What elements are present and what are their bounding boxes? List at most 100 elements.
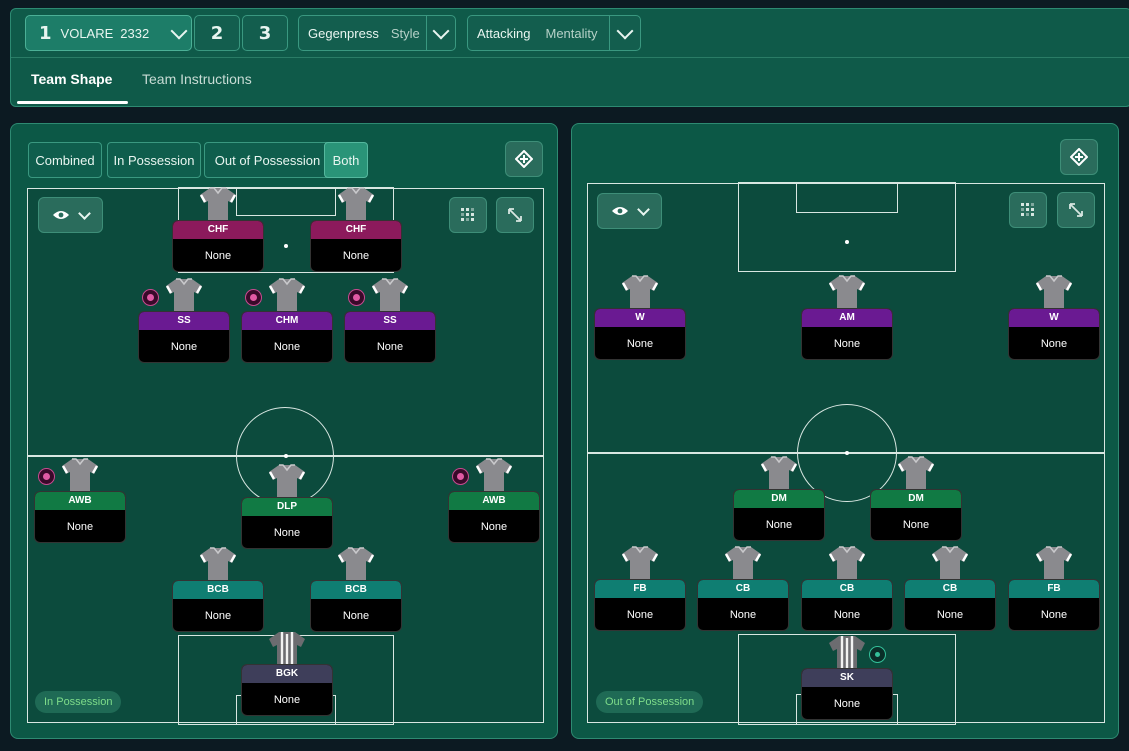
player-slot[interactable]: AWB None: [34, 457, 126, 543]
player-slot[interactable]: BCB None: [310, 546, 402, 632]
in-possession-panel: Combined In Possession Out of Possession…: [10, 123, 558, 739]
player-role: CHM: [242, 312, 332, 330]
player-role: AM: [802, 309, 892, 327]
player-shirt-icon: [621, 546, 659, 581]
player-role-card: CHF None: [172, 220, 264, 272]
mentality-dropdown[interactable]: Attacking Mentality: [467, 15, 641, 51]
segment-combined[interactable]: Combined: [28, 142, 102, 178]
player-slot[interactable]: DM None: [733, 455, 825, 541]
player-slot[interactable]: SS None: [138, 277, 230, 363]
tactic-selector-dropdown[interactable]: 1 VOLARE 2332: [25, 15, 192, 51]
player-slot[interactable]: CB None: [697, 545, 789, 631]
mentality-dropdown-toggle[interactable]: [609, 16, 640, 50]
pitch-view-icon: [515, 150, 533, 168]
eye-icon: [53, 211, 69, 219]
tactic-slot-3-button[interactable]: 3: [242, 15, 288, 51]
expand-button[interactable]: [1057, 192, 1095, 228]
player-role: DM: [871, 490, 961, 508]
tactic-slot-2-label: 2: [210, 22, 224, 44]
player-role-card: W None: [594, 308, 686, 360]
tactics-top-bar: 1 VOLARE 2332 2 3 Gegenpress Style Attac…: [10, 8, 1129, 107]
player-duty: None: [273, 694, 301, 706]
chevron-down-icon: [170, 22, 188, 39]
player-role: DLP: [242, 498, 332, 516]
player-role: CB: [905, 580, 995, 598]
player-role-card: BCB None: [172, 580, 264, 632]
tab-team-shape[interactable]: Team Shape: [31, 71, 112, 87]
grid-icon: [1021, 203, 1034, 216]
player-slot[interactable]: SK None: [801, 634, 893, 720]
pitch-view-toggle-button[interactable]: [505, 141, 543, 177]
out-of-possession-panel: W None AM None W None DM None DM None FB…: [571, 123, 1119, 739]
active-tab-indicator: [17, 101, 128, 104]
player-duty: None: [902, 519, 930, 531]
player-slot[interactable]: CHM None: [241, 277, 333, 363]
player-duty: None: [170, 341, 198, 353]
segment-both[interactable]: Both: [324, 142, 368, 178]
goalkeeper-shirt-icon: [269, 632, 305, 666]
player-slot[interactable]: AM None: [801, 274, 893, 360]
player-role-card: BGK None: [241, 664, 333, 716]
player-role: W: [1009, 309, 1099, 327]
style-dropdown-toggle[interactable]: [426, 16, 455, 50]
player-shirt-icon: [268, 278, 306, 313]
style-dropdown[interactable]: Gegenpress Style: [298, 15, 456, 51]
segment-out-of-possession[interactable]: Out of Possession: [204, 142, 331, 178]
player-duty: None: [342, 250, 370, 262]
player-shirt-icon: [475, 458, 513, 493]
player-slot[interactable]: DLP None: [241, 463, 333, 549]
player-slot[interactable]: BCB None: [172, 546, 264, 632]
player-duty: None: [729, 609, 757, 621]
tactic-slot-number: 1: [39, 22, 52, 44]
player-slot[interactable]: W None: [594, 274, 686, 360]
top-bar-divider: [11, 57, 1129, 58]
player-shirt-icon: [828, 275, 866, 310]
player-role: BCB: [173, 581, 263, 599]
visibility-dropdown[interactable]: [38, 197, 103, 233]
player-shirt-icon: [828, 546, 866, 581]
player-slot[interactable]: FB None: [594, 545, 686, 631]
chevron-down-icon: [616, 22, 634, 39]
player-slot[interactable]: AWB None: [448, 457, 540, 543]
style-value: Gegenpress: [308, 25, 379, 41]
player-slot[interactable]: CB None: [904, 545, 996, 631]
player-role: CB: [698, 580, 788, 598]
player-duty: None: [936, 609, 964, 621]
player-slot[interactable]: CHF None: [172, 186, 264, 272]
player-duty: None: [480, 521, 508, 533]
tactic-formation: 2332: [120, 25, 150, 41]
tactic-slot-2-button[interactable]: 2: [194, 15, 240, 51]
center-spot: [845, 451, 849, 455]
visibility-dropdown[interactable]: [597, 193, 662, 229]
player-shirt-icon: [931, 546, 969, 581]
player-slot[interactable]: FB None: [1008, 545, 1100, 631]
phase-label-in-possession: In Possession: [35, 691, 122, 713]
player-slot[interactable]: BGK None: [241, 630, 333, 716]
player-slot[interactable]: SS None: [344, 277, 436, 363]
tab-team-instructions[interactable]: Team Instructions: [142, 71, 252, 87]
expand-button[interactable]: [496, 197, 534, 233]
player-role-card: CHF None: [310, 220, 402, 272]
player-duty: None: [833, 698, 861, 710]
player-role-card: W None: [1008, 308, 1100, 360]
player-duty: None: [273, 527, 301, 539]
player-role-card: AWB None: [34, 491, 126, 543]
player-slot[interactable]: CHF None: [310, 186, 402, 272]
top-penalty-spot: [845, 240, 849, 244]
player-shirt-icon: [1035, 275, 1073, 310]
player-role-card: CB None: [697, 579, 789, 631]
pitch-view-toggle-button[interactable]: [1060, 139, 1098, 175]
mentality-label: Mentality: [545, 25, 598, 41]
player-duty: None: [626, 338, 654, 350]
player-slot[interactable]: W None: [1008, 274, 1100, 360]
grid-view-button[interactable]: [1009, 192, 1047, 228]
segment-in-possession[interactable]: In Possession: [107, 142, 201, 178]
player-duty: None: [765, 519, 793, 531]
grid-view-button[interactable]: [449, 197, 487, 233]
player-role-card: DLP None: [241, 497, 333, 549]
player-slot[interactable]: CB None: [801, 545, 893, 631]
eye-icon: [612, 207, 628, 215]
player-slot[interactable]: DM None: [870, 455, 962, 541]
player-role-card: FB None: [594, 579, 686, 631]
player-role: BGK: [242, 665, 332, 683]
